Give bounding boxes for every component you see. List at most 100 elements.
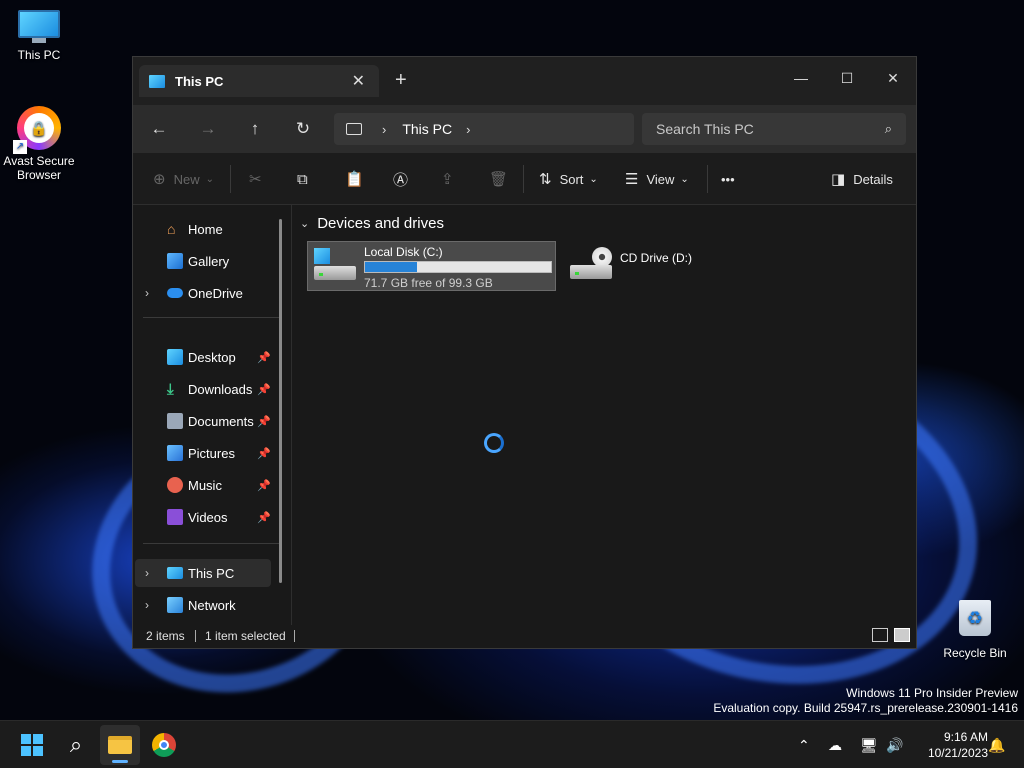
taskbar-chrome[interactable] [144,725,184,765]
desktop-icon-label: This PC [17,48,61,62]
desktop-icon-this-pc[interactable]: This PC [0,10,78,62]
rename-button[interactable]: Ⓐ [393,167,416,191]
sidebar-item-pictures[interactable]: Pictures 📌 [135,439,271,467]
back-button[interactable]: ← [146,117,172,141]
search-box[interactable]: Search This PC ⌕ [642,113,906,145]
drive-d[interactable]: CD Drive (D:) [564,241,704,291]
notification-bell-icon[interactable]: 🔔 [988,721,1005,768]
close-button[interactable]: ✕ [870,63,916,93]
start-button[interactable] [12,725,52,765]
clock[interactable]: 9:16 AM 10/21/2023 [928,729,988,761]
cut-button[interactable]: ✂ [249,167,270,191]
breadcrumb-chevron-icon[interactable]: › [466,122,470,137]
share-button[interactable]: ⇪ [441,167,462,191]
onedrive-status-icon[interactable]: ☁ [828,721,842,768]
sidebar-item-videos[interactable]: Videos 📌 [135,503,271,531]
pin-icon[interactable]: 📌 [257,511,271,524]
details-label: Details [853,171,893,187]
taskbar-search-button[interactable]: ⌕ [56,725,96,765]
more-options-button[interactable]: ••• [721,167,735,191]
pin-icon[interactable]: 📌 [257,415,271,428]
cloud-icon [167,288,183,298]
divider [523,165,524,193]
up-button[interactable]: ↑ [242,117,268,141]
trash-icon: 🗑 [489,171,509,188]
chevron-down-icon: ⌄ [205,173,214,185]
divider [294,630,295,642]
address-bar[interactable]: › This PC › [334,113,634,145]
sidebar-item-home[interactable]: ⌂ Home [135,215,271,243]
sidebar-item-network[interactable]: › Network [135,591,271,619]
pin-icon[interactable]: 📌 [257,479,271,492]
desktop-icon-label: Avast Secure [3,154,75,168]
copy-button[interactable]: ⧉ [297,167,316,191]
paste-button[interactable]: 📋 [345,167,372,191]
view-button[interactable]: ☰ View ⌄ [625,167,689,191]
status-bar: 2 items 1 item selected [133,624,916,648]
pin-icon[interactable]: 📌 [257,351,271,364]
large-icons-view-icon[interactable] [894,628,910,642]
clipboard-icon: 📋 [345,171,364,188]
expand-chevron-icon[interactable]: › [145,566,149,580]
desktop-icon-avast-browser[interactable]: 🔒 ↗ Avast Secure Browser [0,106,78,182]
sidebar-scrollbar[interactable] [279,219,282,583]
sidebar-item-label: This PC [188,565,235,581]
minimize-button[interactable]: — [778,63,824,93]
network-icon[interactable]: 🖥 [860,721,878,768]
details-button[interactable]: ◨ Details [831,167,893,191]
forward-button[interactable]: → [195,117,221,141]
recycle-bin-icon: ♻ [957,600,993,642]
selection-count: 1 item selected [205,629,286,643]
windows-logo-icon [21,734,43,756]
pin-icon[interactable]: 📌 [257,383,271,396]
sort-button[interactable]: ⇅ Sort ⌄ [539,167,598,191]
chevron-down-icon: ⌄ [589,173,598,185]
expand-chevron-icon[interactable]: › [145,286,149,300]
volume-icon[interactable]: 🔊 [886,721,903,768]
sidebar-item-gallery[interactable]: Gallery [135,247,271,275]
maximize-button[interactable]: ☐ [824,63,870,93]
watermark-line: Windows 11 Pro Insider Preview [846,686,1018,700]
new-button[interactable]: ⊕ New ⌄ [153,167,214,191]
sidebar-item-desktop[interactable]: Desktop 📌 [135,343,271,371]
share-icon: ⇪ [441,171,454,188]
new-tab-button[interactable]: + [395,69,407,92]
sidebar-item-downloads[interactable]: ⤓ Downloads 📌 [135,375,271,403]
desktop-icon-label: Browser [16,168,61,182]
title-bar: This PC ✕ + — ☐ ✕ [133,57,916,105]
hard-drive-icon [314,248,356,280]
new-label: New [173,171,200,187]
divider [707,165,708,193]
show-hidden-icons-button[interactable]: ⌃ [798,721,810,768]
sidebar-item-onedrive[interactable]: › OneDrive [135,279,271,307]
view-list-icon: ☰ [625,171,639,188]
tab-close-icon[interactable]: ✕ [352,71,365,91]
sidebar-item-label: Videos [188,509,228,525]
sidebar-item-music[interactable]: Music 📌 [135,471,271,499]
details-view-icon[interactable] [872,628,888,642]
network-icon [167,597,183,613]
navigation-bar: ← → ↑ ↻ › This PC › Search This PC ⌕ [133,105,916,153]
sidebar-item-documents[interactable]: Documents 📌 [135,407,271,435]
delete-button[interactable]: 🗑 [489,167,516,191]
shortcut-arrow-icon: ↗ [13,140,27,154]
sidebar-item-this-pc[interactable]: › This PC [135,559,271,587]
taskbar-file-explorer[interactable] [100,725,140,765]
sidebar-item-label: Documents [188,413,254,429]
group-header[interactable]: ⌄ Devices and drives [300,215,444,232]
drive-c[interactable]: Local Disk (C:) 71.7 GB free of 99.3 GB [307,241,556,291]
tab-this-pc[interactable]: This PC ✕ [139,65,379,97]
pin-icon[interactable]: 📌 [257,447,271,460]
watermark-line: Evaluation copy. Build 25947.rs_prerelea… [713,701,1018,715]
desktop-icon-recycle-bin[interactable]: ♻ Recycle Bin [936,596,1014,660]
sidebar-item-label: OneDrive [188,285,243,301]
expand-chevron-icon[interactable]: › [145,598,149,612]
breadcrumb-chevron-icon[interactable]: › [382,122,386,137]
chevron-down-icon: ⌄ [300,218,310,230]
sidebar-item-label: Gallery [188,253,230,269]
scissors-icon: ✂ [249,171,262,188]
refresh-button[interactable]: ↻ [290,117,316,141]
search-input[interactable]: Search This PC [656,121,885,137]
sidebar-item-label: Home [188,221,223,237]
breadcrumb-this-pc[interactable]: This PC [402,121,452,137]
